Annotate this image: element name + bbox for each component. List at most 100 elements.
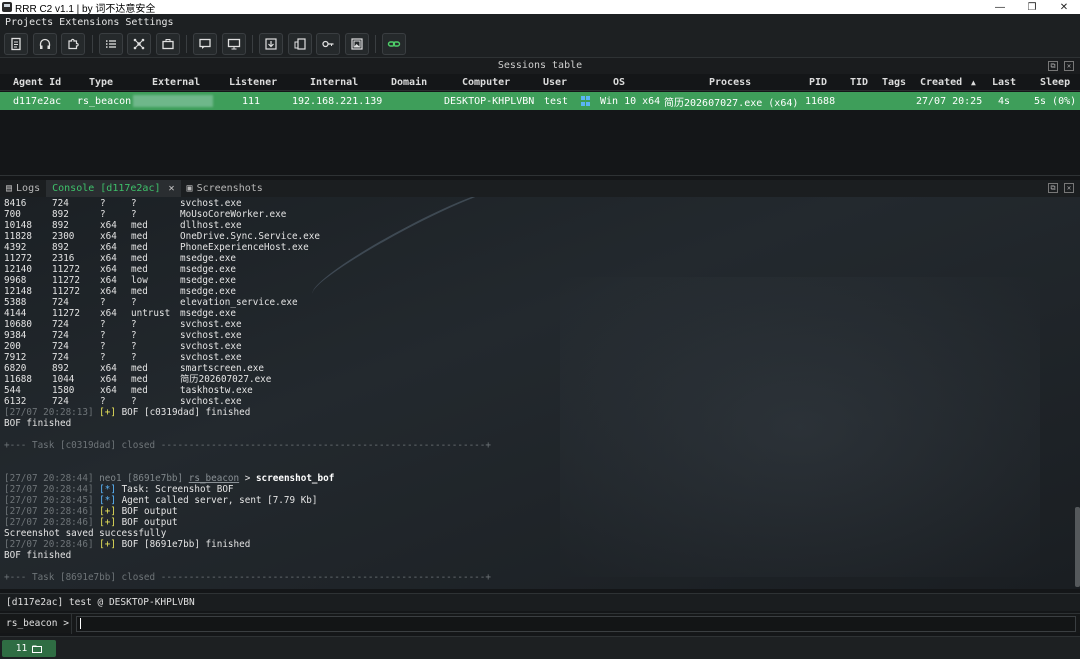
col-last[interactable]: Last xyxy=(992,77,1016,88)
close-window-button[interactable]: ✕ xyxy=(1048,0,1080,14)
process-row: 6820 892 x64 med smartscreen.exe xyxy=(4,363,1070,374)
session-count-badge[interactable]: 11 xyxy=(2,640,56,657)
windows-icon xyxy=(581,96,591,106)
process-cell: OneDrive.Sync.Service.exe xyxy=(180,231,320,242)
downloads-button[interactable] xyxy=(259,32,283,55)
text-cursor xyxy=(80,618,81,629)
command-input-bar: rs_beacon > xyxy=(0,613,1080,634)
menu-projects[interactable]: Projects xyxy=(5,17,53,28)
col-user[interactable]: User xyxy=(543,77,567,88)
col-pid[interactable]: PID xyxy=(809,77,827,88)
process-cell: 2316 xyxy=(52,253,75,264)
command-input[interactable] xyxy=(76,615,1076,632)
graph-button[interactable] xyxy=(127,32,151,55)
process-cell: smartscreen.exe xyxy=(180,363,264,374)
process-cell: 7912 xyxy=(4,352,27,363)
toolbar xyxy=(0,30,1080,58)
session-row[interactable]: d117e2ac rs_beacon 111 192.168.221.139 D… xyxy=(0,92,1080,110)
sessions-title: Sessions table xyxy=(497,60,583,71)
headphones-button[interactable] xyxy=(32,32,57,55)
console-scrollbar[interactable] xyxy=(1075,507,1080,587)
process-row: 4144 11272 x64 untrust msedge.exe xyxy=(4,308,1070,319)
process-cell: ? xyxy=(100,352,106,363)
tab-screenshots[interactable]: ▣ Screenshots xyxy=(181,180,269,197)
process-cell: x64 xyxy=(100,275,117,286)
close-console-button[interactable]: ✕ xyxy=(1064,183,1074,193)
process-cell: med xyxy=(131,286,148,297)
process-cell: msedge.exe xyxy=(180,275,236,286)
window-titlebar: RRR C2 v1.1 | by 词不达意安全 — ❐ ✕ xyxy=(0,0,1080,15)
process-cell: 724 xyxy=(52,330,69,341)
log-line: [27/07 20:28:46] [+] BOF output xyxy=(4,517,178,528)
col-internal[interactable]: Internal xyxy=(310,77,358,88)
monitor-button[interactable] xyxy=(221,32,246,55)
sessions-title-bar: Sessions table ⧉ ✕ xyxy=(0,58,1080,74)
minimize-button[interactable]: — xyxy=(984,0,1016,14)
screenshots-button[interactable] xyxy=(344,32,369,55)
process-cell: 11272 xyxy=(52,286,80,297)
close-tab-button[interactable]: ✕ xyxy=(169,183,175,194)
chat-button[interactable] xyxy=(193,32,217,55)
puzzle-icon xyxy=(68,38,79,49)
process-cell: 724 xyxy=(52,198,69,209)
col-agent-id[interactable]: Agent Id xyxy=(13,77,61,88)
phone-icon xyxy=(294,37,306,50)
float-console-button[interactable]: ⧉ xyxy=(1048,183,1058,193)
col-sleep[interactable]: Sleep xyxy=(1040,77,1070,88)
jobs-button[interactable] xyxy=(155,32,180,55)
process-cell: 11272 xyxy=(52,308,80,319)
process-cell: x64 xyxy=(100,264,117,275)
process-cell: 892 xyxy=(52,209,69,220)
process-cell: 200 xyxy=(4,341,21,352)
download-icon xyxy=(265,37,277,50)
process-row: 5388 724?? elevation_service.exe xyxy=(4,297,1070,308)
console-output[interactable]: 8416 724?? svchost.exe 700 892?? MoUsoCoreWor… xyxy=(0,197,1080,589)
menu-settings[interactable]: Settings xyxy=(125,17,173,28)
process-row: 544 1580 x64 med taskhostw.exe xyxy=(4,385,1070,396)
sessions-table-header: Agent Id Type External Listener Internal… xyxy=(0,74,1080,91)
logs-tab-icon: ▤ xyxy=(6,183,13,194)
col-process[interactable]: Process xyxy=(709,77,751,88)
cell-process: 简历202607027.exe (x64) xyxy=(664,97,799,109)
col-tid[interactable]: TID xyxy=(850,77,868,88)
process-cell: untrust xyxy=(131,308,171,319)
process-cell: 700 xyxy=(4,209,21,220)
process-cell: low xyxy=(131,275,148,286)
cell-computer: DESKTOP-KHPLVBN xyxy=(444,95,535,107)
extensions-button[interactable] xyxy=(61,32,85,55)
col-tags[interactable]: Tags xyxy=(882,77,906,88)
console-text: 8416 724?? svchost.exe 700 892?? MoUsoCoreWor… xyxy=(4,198,1070,583)
process-cell: elevation_service.exe xyxy=(180,297,298,308)
col-listener[interactable]: Listener xyxy=(229,77,277,88)
toolbar-separator xyxy=(252,34,253,53)
cell-os: Win 10 x64 xyxy=(600,95,661,107)
document-button[interactable] xyxy=(4,32,28,55)
process-cell: svchost.exe xyxy=(180,396,242,407)
credentials-button[interactable] xyxy=(316,32,340,55)
tab-console[interactable]: Console [d117e2ac] ✕ xyxy=(46,180,181,197)
col-domain[interactable]: Domain xyxy=(391,77,427,88)
process-cell: 892 xyxy=(52,220,69,231)
col-external[interactable]: External xyxy=(152,77,200,88)
process-cell: 5388 xyxy=(4,297,27,308)
col-os[interactable]: OS xyxy=(613,77,625,88)
command-prompt: rs_beacon > xyxy=(0,613,72,634)
col-type[interactable]: Type xyxy=(89,77,113,88)
close-panel-button[interactable]: ✕ xyxy=(1064,61,1074,71)
float-panel-button[interactable]: ⧉ xyxy=(1048,61,1058,71)
phone-button[interactable] xyxy=(287,32,312,55)
list-button[interactable] xyxy=(98,32,123,55)
process-row: 9968 11272 x64 low msedge.exe xyxy=(4,275,1070,286)
menu-extensions[interactable]: Extensions xyxy=(59,17,119,28)
process-cell: med xyxy=(131,253,148,264)
restore-button[interactable]: ❐ xyxy=(1016,0,1048,14)
process-cell: x64 xyxy=(100,231,117,242)
col-computer[interactable]: Computer xyxy=(462,77,510,88)
link-button[interactable] xyxy=(382,32,406,55)
process-cell: svchost.exe xyxy=(180,198,242,209)
tab-console-label: Console [d117e2ac] xyxy=(52,183,161,194)
tab-logs[interactable]: ▤ Logs xyxy=(0,180,46,197)
col-created[interactable]: Created xyxy=(920,77,962,88)
process-cell: med xyxy=(131,374,148,385)
cell-listener: 111 xyxy=(242,95,261,107)
